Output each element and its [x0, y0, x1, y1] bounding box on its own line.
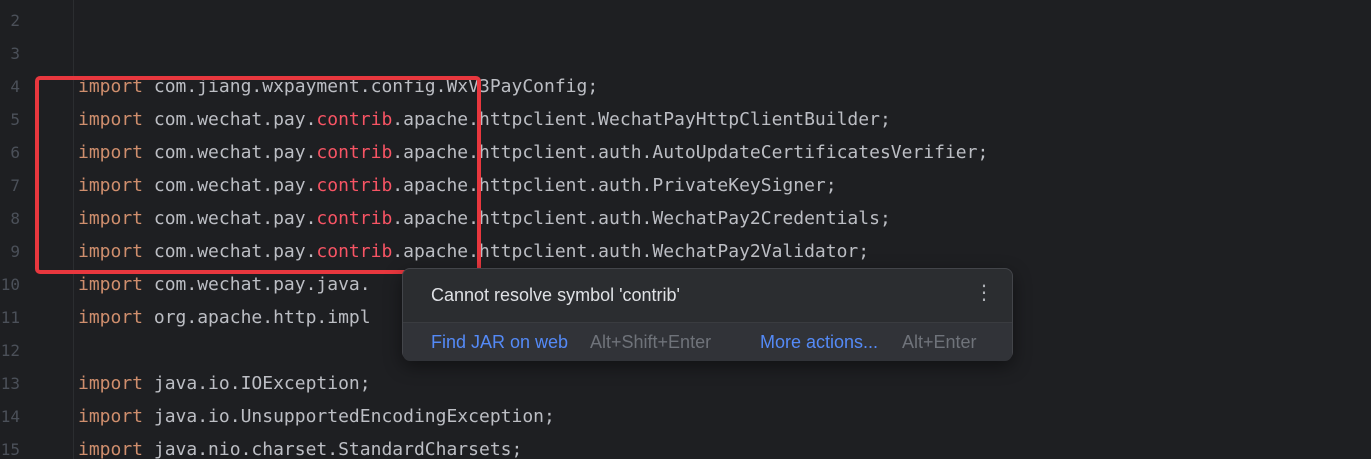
find-jar-shortcut: Alt+Shift+Enter: [590, 332, 712, 352]
code-text: import org.apache.http.impl: [78, 301, 371, 334]
line-number: 9: [10, 242, 20, 261]
code-line[interactable]: 3: [0, 37, 1371, 70]
line-number: 12: [0, 341, 20, 360]
more-actions-link[interactable]: More actions...: [760, 332, 878, 353]
code-token: com.wechat.pay.java.: [143, 274, 371, 295]
popup-actions-bar: Find JAR on web Alt+Shift+Enter More act…: [403, 322, 1012, 361]
line-number: 14: [0, 407, 20, 426]
line-number: 7: [10, 176, 20, 195]
line-number: 4: [10, 77, 20, 96]
line-number: 11: [0, 308, 20, 327]
line-number: 10: [0, 275, 20, 294]
line-number: 8: [10, 209, 20, 228]
code-line[interactable]: 14 import java.io.UnsupportedEncodingExce…: [0, 400, 1371, 433]
code-token: .apache.httpclient.auth.AutoUpdateCertif…: [392, 142, 989, 163]
code-editor[interactable]: 2 3 4 import com.jiang.wxpayment.config.WxV…: [0, 0, 1371, 459]
keyword-token: import: [78, 307, 144, 328]
line-number: 13: [0, 374, 20, 393]
highlight-annotation-box: [35, 76, 481, 274]
error-tooltip-popup: Cannot resolve symbol 'contrib' ⋮ Find J…: [402, 268, 1013, 361]
line-number: 3: [10, 44, 20, 63]
error-message: Cannot resolve symbol 'contrib': [431, 285, 680, 305]
code-text: import java.io.UnsupportedEncodingExcept…: [78, 400, 555, 433]
code-token: java.nio.charset.StandardCharsets;: [143, 439, 523, 459]
code-line[interactable]: 2: [0, 4, 1371, 37]
code-token: java.io.IOException;: [143, 373, 371, 394]
line-number: 2: [10, 11, 20, 30]
line-number: 5: [10, 110, 20, 129]
line-number: 15: [0, 440, 20, 459]
code-line[interactable]: 13 import java.io.IOException;: [0, 367, 1371, 400]
line-number: 6: [10, 143, 20, 162]
code-token: org.apache.http.impl: [143, 307, 371, 328]
code-text: import java.io.IOException;: [78, 367, 371, 400]
more-options-icon[interactable]: ⋮: [974, 283, 994, 303]
code-text: import java.nio.charset.StandardCharsets…: [78, 433, 522, 459]
code-line[interactable]: 15 import java.nio.charset.StandardCharse…: [0, 433, 1371, 459]
code-token: java.io.UnsupportedEncodingException;: [143, 406, 555, 427]
keyword-token: import: [78, 406, 144, 427]
more-actions-shortcut: Alt+Enter: [902, 332, 977, 352]
find-jar-on-web-link[interactable]: Find JAR on web: [431, 332, 568, 353]
keyword-token: import: [78, 439, 144, 459]
keyword-token: import: [78, 373, 144, 394]
keyword-token: import: [78, 274, 144, 295]
